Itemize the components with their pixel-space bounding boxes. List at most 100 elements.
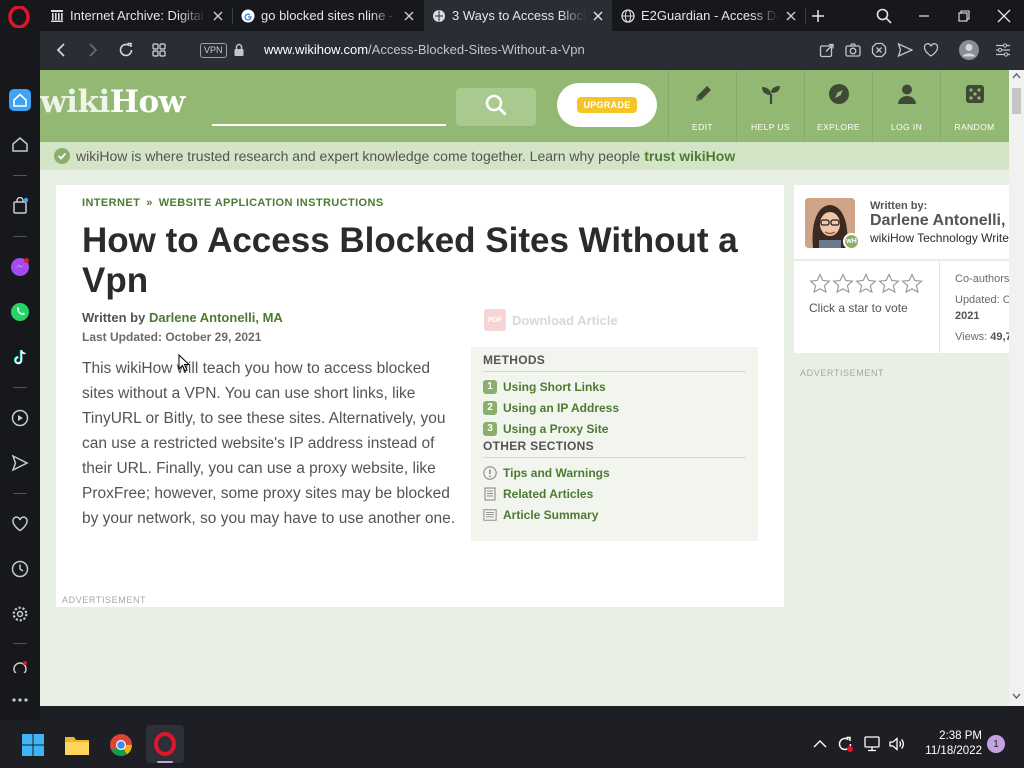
send-to-flow-icon[interactable]	[896, 41, 914, 59]
toc-tips-and-warnings[interactable]: Tips and Warnings	[483, 462, 746, 483]
nav-label: EDIT	[692, 122, 713, 132]
volume-icon[interactable]	[887, 734, 907, 754]
history-clock-icon[interactable]	[9, 558, 31, 580]
vertical-scroll-thumb[interactable]	[1012, 88, 1021, 114]
nav-log-in[interactable]: LOG IN	[872, 70, 940, 142]
tabs-grid-icon[interactable]	[150, 41, 168, 59]
trust-link[interactable]: trust wikiHow	[644, 148, 735, 164]
speed-dial-icon[interactable]	[9, 133, 31, 155]
tab-wikihow-active[interactable]: 3 Ways to Access Blocked Sites	[424, 0, 612, 31]
bookmark-heart-icon[interactable]	[922, 41, 940, 59]
star-icon[interactable]	[809, 273, 831, 299]
profile-avatar-icon[interactable]	[958, 39, 980, 61]
reload-icon[interactable]	[117, 41, 135, 59]
star-icon[interactable]	[878, 273, 900, 299]
nav-explore[interactable]: EXPLORE	[804, 70, 872, 142]
tab-search-icon[interactable]	[864, 0, 904, 31]
star-icon[interactable]	[855, 273, 877, 299]
music-player-icon[interactable]	[9, 407, 31, 429]
url-path: /Access-Blocked-Sites-Without-a-Vpn	[368, 42, 585, 57]
vertical-scrollbar[interactable]	[1009, 70, 1024, 706]
chrome-icon[interactable]	[108, 732, 134, 758]
settings-gear-icon[interactable]	[9, 603, 31, 625]
windows-start-icon[interactable]	[20, 732, 46, 758]
breadcrumb-internet[interactable]: INTERNET	[82, 197, 140, 209]
new-tab-plus-icon[interactable]	[799, 0, 837, 31]
restore-icon[interactable]	[944, 0, 984, 31]
tab-title: go blocked sites nline - Google	[261, 8, 397, 23]
article-title: How to Access Blocked Sites Without a Vp…	[82, 221, 738, 300]
home-icon[interactable]	[9, 89, 31, 111]
pencil-icon	[691, 82, 715, 106]
upgrade-button[interactable]: UPGRADE	[557, 83, 657, 127]
back-icon[interactable]	[52, 41, 70, 59]
section-label: Related Articles	[503, 486, 594, 501]
more-options-icon[interactable]	[9, 689, 31, 711]
close-window-icon[interactable]	[984, 0, 1024, 31]
shopping-icon[interactable]	[9, 195, 31, 217]
file-explorer-icon[interactable]	[64, 732, 90, 758]
search-input[interactable]	[212, 124, 446, 126]
minimize-icon[interactable]	[904, 0, 944, 31]
close-tab-icon[interactable]	[212, 10, 224, 22]
tab-title: Internet Archive: Digital Library	[70, 8, 206, 23]
views-label: Views:	[955, 331, 988, 343]
tray-chevron-up-icon[interactable]	[810, 734, 830, 754]
address-bar: VPN www.wikihow.com/Access-Blocked-Sites…	[40, 31, 1024, 70]
heart-icon[interactable]	[9, 513, 31, 535]
send-icon[interactable]	[9, 452, 31, 474]
easy-setup-menu-icon[interactable]	[994, 41, 1012, 59]
opera-taskbar-icon[interactable]	[146, 725, 184, 763]
author-link[interactable]: Darlene Antonelli, MA	[149, 310, 283, 325]
method-label: Using an IP Address	[503, 400, 620, 415]
upgrade-label: UPGRADE	[577, 97, 637, 113]
breadcrumb-website-application-instructions[interactable]: WEBSITE APPLICATION INSTRUCTIONS	[159, 197, 384, 209]
download-article-button[interactable]: PDF Download Article	[484, 309, 618, 331]
views-count: Views: 49,7	[955, 331, 1012, 343]
wikihow-icon	[432, 9, 446, 23]
share-icon[interactable]	[818, 41, 836, 59]
toc-method-1[interactable]: 1 Using Short Links	[483, 376, 746, 397]
document-icon	[483, 486, 497, 501]
notification-badge[interactable]: 1	[987, 735, 1005, 753]
search-button[interactable]	[456, 88, 536, 126]
url-field[interactable]: www.wikihow.com/Access-Blocked-Sites-Wit…	[264, 42, 585, 57]
toc-method-3[interactable]: 3 Using a Proxy Site	[483, 418, 746, 439]
system-clock[interactable]: 2:38 PM 11/18/2022	[918, 729, 982, 759]
nav-help-us[interactable]: HELP US	[736, 70, 804, 142]
whatsapp-icon[interactable]	[9, 301, 31, 323]
opera-menu-icon[interactable]	[8, 5, 30, 29]
user-icon	[895, 82, 919, 106]
tab-google-search[interactable]: go blocked sites nline - Google	[233, 0, 423, 31]
google-icon	[241, 9, 255, 23]
forward-icon[interactable]	[84, 41, 102, 59]
wikihow-logo[interactable]: wikiHow	[40, 84, 185, 120]
tab-internet-archive[interactable]: Internet Archive: Digital Library	[42, 0, 232, 31]
vpn-badge[interactable]: VPN	[200, 43, 227, 58]
toc-article-summary[interactable]: Article Summary	[483, 504, 746, 525]
tab-title: E2Guardian - Access Denied	[641, 8, 779, 23]
lock-icon[interactable]	[230, 41, 248, 59]
adblock-icon[interactable]	[870, 41, 888, 59]
tiktok-icon[interactable]	[9, 346, 31, 368]
vote-prompt: Click a star to vote	[809, 301, 908, 315]
star-icon[interactable]	[901, 273, 923, 299]
close-tab-icon[interactable]	[592, 10, 604, 22]
messenger-icon[interactable]	[9, 256, 31, 278]
snapshot-camera-icon[interactable]	[844, 41, 862, 59]
nav-edit[interactable]: EDIT	[668, 70, 736, 142]
globe-icon	[621, 8, 635, 23]
nav-random[interactable]: RANDOM	[940, 70, 1008, 142]
toc-method-2[interactable]: 2 Using an IP Address	[483, 397, 746, 418]
star-icon[interactable]	[832, 273, 854, 299]
byline: Written by Darlene Antonelli, MA	[82, 310, 283, 325]
mouse-cursor-icon	[178, 353, 191, 377]
more-sidebar-icon[interactable]	[9, 659, 31, 673]
tab-e2guardian[interactable]: E2Guardian - Access Denied	[613, 0, 805, 31]
close-tab-icon[interactable]	[403, 10, 415, 22]
network-icon[interactable]	[862, 734, 882, 754]
close-tab-icon[interactable]	[785, 10, 797, 22]
author-name[interactable]: Darlene Antonelli,	[870, 212, 1005, 230]
toc-related-articles[interactable]: Related Articles	[483, 483, 746, 504]
sync-icon[interactable]	[835, 734, 855, 754]
